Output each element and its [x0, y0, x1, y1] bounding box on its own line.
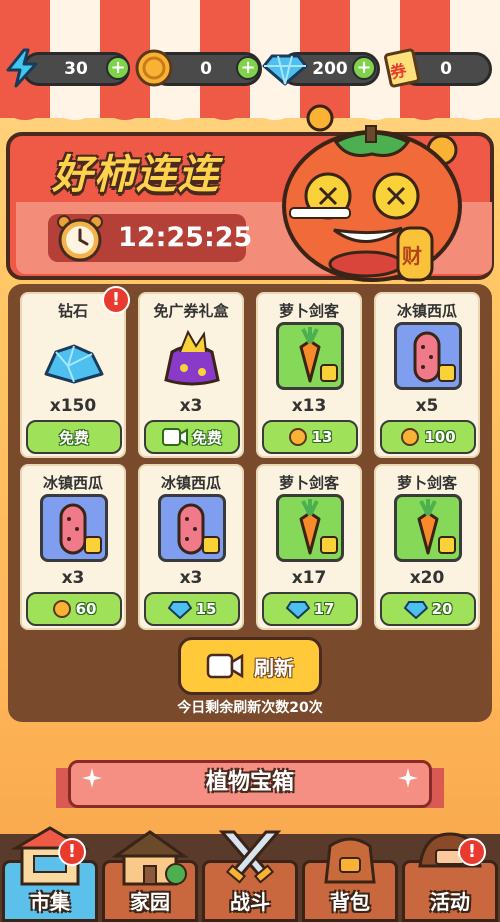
coin-add-button[interactable]: + [236, 56, 260, 80]
coin-value: 0 [200, 59, 212, 79]
buy-with-diamond-button[interactable]: 17 [262, 592, 358, 626]
carrot-icon [276, 494, 344, 562]
free-claim-button[interactable]: 免费 [26, 420, 122, 454]
crossed-swords-icon [218, 830, 282, 884]
coin-icon [135, 49, 173, 87]
item-name: 冰镇西瓜 [160, 474, 221, 492]
diamond-icon [403, 601, 428, 619]
carrot-icon [394, 494, 462, 562]
price-label: 免费 [58, 428, 89, 447]
event-timer: 12:25:25 [118, 222, 253, 253]
shop-item-card[interactable]: 萝卜剑客 x20 20 [374, 464, 480, 630]
alert-badge: ! [458, 838, 486, 866]
price-label: 100 [424, 428, 456, 446]
price-label: 60 [75, 600, 97, 618]
price-label: 17 [313, 600, 335, 618]
sparkle-icon [82, 768, 102, 788]
item-quantity: x3 [179, 568, 203, 588]
buy-with-diamond-button[interactable]: 20 [380, 592, 476, 626]
coin-icon [288, 428, 307, 446]
item-name: 冰镇西瓜 [396, 302, 457, 320]
shop-item-card[interactable]: 冰镇西瓜 x3 60 [20, 464, 126, 630]
price-label: 20 [431, 600, 453, 618]
energy-add-button[interactable]: + [106, 56, 130, 80]
sparkle-icon [398, 768, 418, 788]
price-label: 免费 [191, 428, 222, 447]
item-quantity: x17 [291, 568, 327, 588]
item-name: 萝卜剑客 [396, 474, 457, 492]
nav-label-market: 市集 [30, 890, 70, 914]
item-quantity: x3 [61, 568, 85, 588]
refresh-label: 刷新 [254, 655, 294, 680]
diamond-value: 200 [312, 59, 348, 79]
buy-with-diamond-button[interactable]: 15 [144, 592, 240, 626]
diamond-icon [285, 601, 310, 619]
ticket-value: 0 [440, 59, 452, 79]
diamond-icon [167, 601, 192, 619]
house-icon [111, 830, 189, 886]
item-name: 免广券礼盒 [153, 302, 229, 320]
nav-label-backpack: 背包 [330, 890, 370, 914]
buy-with-coin-button[interactable]: 13 [262, 420, 358, 454]
energy-value: 30 [64, 59, 88, 79]
item-quantity: x5 [415, 396, 439, 416]
persimmon-mascot-icon [282, 104, 462, 282]
item-name: 冰镇西瓜 [42, 474, 103, 492]
shop-item-card[interactable]: 萝卜剑客 x17 17 [256, 464, 362, 630]
coin-icon [52, 600, 71, 618]
watermelon-icon [394, 322, 462, 390]
item-quantity: x20 [409, 568, 445, 588]
event-title: 好柿连连 [52, 152, 220, 198]
buy-with-coin-button[interactable]: 60 [26, 592, 122, 626]
item-quantity: x3 [179, 396, 203, 416]
backpack-icon [324, 837, 376, 884]
watch-ad-claim-button[interactable]: 免费 [144, 420, 240, 454]
gift-bag-icon [158, 322, 226, 390]
diamond-add-button[interactable]: + [352, 56, 376, 80]
diamond-pile-icon [40, 322, 108, 390]
video-icon [161, 428, 188, 446]
alert-badge: ! [102, 286, 130, 314]
item-name: 萝卜剑客 [278, 474, 339, 492]
nav-label-event: 活动 [430, 890, 470, 914]
buy-with-coin-button[interactable]: 100 [380, 420, 476, 454]
watermelon-icon [158, 494, 226, 562]
carrot-icon [276, 322, 344, 390]
alert-badge: ! [58, 838, 86, 866]
chest-title: 植物宝箱 [205, 770, 294, 795]
fortune-badge-label: 财 [402, 244, 422, 268]
shop-item-card[interactable]: 免广券礼盒 x3 免费 [138, 292, 244, 458]
shop-item-card[interactable]: 钻石 x150 免费 [20, 292, 126, 458]
item-quantity: x13 [291, 396, 327, 416]
refresh-button[interactable]: 刷新 [178, 637, 322, 695]
price-label: 13 [311, 428, 333, 446]
price-label: 15 [195, 600, 217, 618]
nav-label-battle: 战斗 [230, 890, 270, 914]
item-quantity: x150 [49, 396, 97, 416]
alarm-clock-icon [57, 215, 103, 262]
shop-item-card[interactable]: 萝卜剑客 x13 13 [256, 292, 362, 458]
shop-item-card[interactable]: 冰镇西瓜 x5 100 [374, 292, 480, 458]
item-name: 萝卜剑客 [278, 302, 339, 320]
diamond-icon [262, 54, 308, 86]
watermelon-icon [40, 494, 108, 562]
nav-label-home: 家园 [130, 890, 170, 914]
shop-item-card[interactable]: 冰镇西瓜 x3 15 [138, 464, 244, 630]
lightning-icon [6, 48, 38, 88]
video-icon [206, 653, 244, 679]
refresh-remaining-note: 今日剩余刷新次数20次 [177, 700, 323, 716]
coin-icon [401, 428, 420, 446]
